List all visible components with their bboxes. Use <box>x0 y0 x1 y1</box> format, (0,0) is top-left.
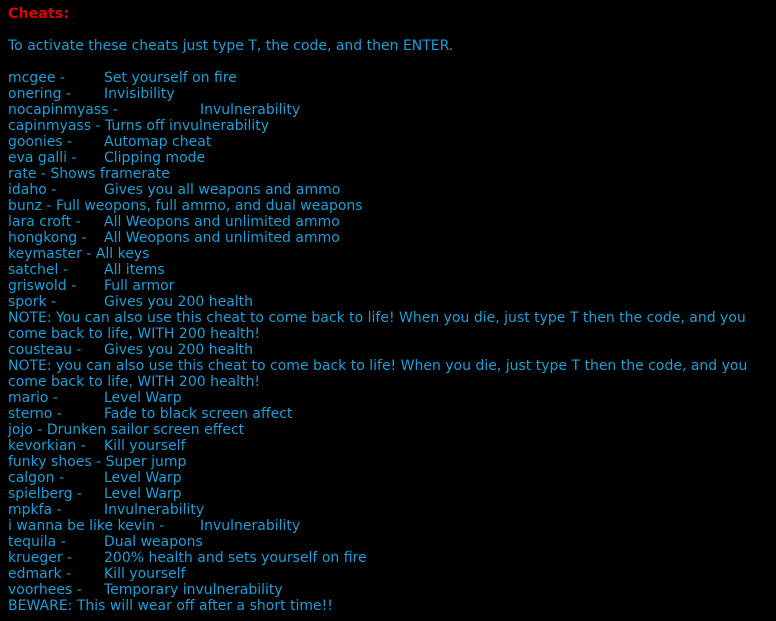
cheat-code: jojo - <box>8 422 47 438</box>
cheat-description: Invulnerability <box>200 102 301 118</box>
cheat-description: Automap cheat <box>104 134 212 150</box>
spacer-after-intro <box>8 54 770 70</box>
cheat-description: Invisibility <box>104 86 175 102</box>
beware-text: BEWARE: This will wear off after a short… <box>8 598 333 614</box>
cheat-row: hongkong - All Weopons and unlimited amm… <box>8 230 770 246</box>
cheat-description: Dual weapons <box>104 534 203 550</box>
cheat-row: jojo - Drunken sailor screen effect <box>8 422 770 438</box>
cheat-description: Level Warp <box>104 486 182 502</box>
cheat-code: mcgee - <box>8 70 70 86</box>
cheat-code: krueger - <box>8 550 77 566</box>
cheat-description: Set yourself on fire <box>104 70 237 86</box>
cheat-code: funky shoes - <box>8 454 106 470</box>
cheat-description: Kill yourself <box>104 566 186 582</box>
cheat-description: All keys <box>95 246 150 262</box>
cheat-code: eva galli - <box>8 150 82 166</box>
cheat-description: Kill yourself <box>104 438 186 454</box>
cheat-list-secondary: mario - Level Warp sterno - Fade to black… <box>8 390 770 598</box>
page-title: Cheats: <box>8 6 70 22</box>
cheat-description: Shows framerate <box>50 166 170 182</box>
cheat-description: All Weopons and unlimited ammo <box>104 214 340 230</box>
cheat-code: bunz - <box>8 198 56 214</box>
cheat-row: griswold - Full armor <box>8 278 770 294</box>
cheat-row: funky shoes - Super jump <box>8 454 770 470</box>
cheat-description: Level Warp <box>104 470 182 486</box>
cheat-description: Invulnerability <box>104 502 205 518</box>
cheat-row: spielberg - Level Warp <box>8 486 770 502</box>
cheat-code: spork - <box>8 294 61 310</box>
cheat-code: hongkong - <box>8 230 92 246</box>
cheat-description: Full weopons, full ammo, and dual weapon… <box>55 198 363 214</box>
cheat-code: nocapinmyass - <box>8 102 123 118</box>
cheat-code: idaho - <box>8 182 61 198</box>
cheat-row: edmark - Kill yourself <box>8 566 770 582</box>
cheat-row: lara croft - All Weopons and unlimited a… <box>8 214 770 230</box>
cheat-row: goonies - Automap cheat <box>8 134 770 150</box>
cheat-description: 200% health and sets yourself on fire <box>104 550 367 566</box>
cheat-row: mcgee - Set yourself on fire <box>8 70 770 86</box>
cheat-code: rate - <box>8 166 51 182</box>
cheat-row-cousteau: cousteau - Gives you 200 health <box>8 342 770 358</box>
cheat-row: rate - Shows framerate <box>8 166 770 182</box>
cheat-code: calgon - <box>8 470 69 486</box>
cheat-code: voorhees - <box>8 582 87 598</box>
cheat-row: krueger - 200% health and sets yourself … <box>8 550 770 566</box>
cheat-description: Super jump <box>105 454 187 470</box>
cheat-description: Full armor <box>104 278 175 294</box>
cheat-code: cousteau - <box>8 342 86 358</box>
cheat-code: griswold - <box>8 278 81 294</box>
cheat-description: Temporary invulnerability <box>104 582 283 598</box>
cheat-row: tequila - Dual weapons <box>8 534 770 550</box>
cheat-description: All Weopons and unlimited ammo <box>104 230 340 246</box>
cheat-description: All items <box>104 262 165 278</box>
cheat-row: mario - Level Warp <box>8 390 770 406</box>
cheat-row: keymaster - All keys <box>8 246 770 262</box>
cheat-code: mpkfa - <box>8 502 67 518</box>
cheat-row: bunz - Full weopons, full ammo, and dual… <box>8 198 770 214</box>
spacer-after-title <box>8 22 770 38</box>
cheat-description: Gives you 200 health <box>104 342 254 358</box>
cheat-description: Gives you all weapons and ammo <box>104 182 341 198</box>
cheat-code: sterno - <box>8 406 67 422</box>
cheat-code: satchel - <box>8 262 73 278</box>
cheat-code: spielberg - <box>8 486 87 502</box>
cheats-page: Cheats: To activate these cheats just ty… <box>0 0 776 621</box>
cheat-description: Drunken sailor screen effect <box>46 422 245 438</box>
cheat-code: edmark - <box>8 566 76 582</box>
cheat-row: mpkfa - Invulnerability <box>8 502 770 518</box>
cheat-code: capinmyass - <box>8 118 105 134</box>
cheat-description: Clipping mode <box>104 150 206 166</box>
cheat-row: sterno - Fade to black screen affect <box>8 406 770 422</box>
note-first: NOTE: You can also use this cheat to com… <box>8 310 746 342</box>
cheat-code: goonies - <box>8 134 77 150</box>
cheat-list-primary: mcgee - Set yourself on fire onering - In… <box>8 70 770 310</box>
cheat-description: Turns off invulnerability <box>104 118 270 134</box>
cheat-row: eva galli - Clipping mode <box>8 150 770 166</box>
cheat-row: spork - Gives you 200 health <box>8 294 770 310</box>
cheat-code: kevorkian - <box>8 438 91 454</box>
cheat-code: lara croft - <box>8 214 86 230</box>
cheat-code: onering - <box>8 86 76 102</box>
cheat-description: Invulnerability <box>200 518 301 534</box>
cheat-row: onering - Invisibility <box>8 86 770 102</box>
cheat-description: Gives you 200 health <box>104 294 254 310</box>
note-second: NOTE: you can also use this cheat to com… <box>8 358 748 390</box>
cheat-row: capinmyass - Turns off invulnerability <box>8 118 770 134</box>
cheat-row: i wanna be like kevin - Invulnerability <box>8 518 770 534</box>
cheat-row: voorhees - Temporary invulnerability <box>8 582 770 598</box>
cheat-row: kevorkian - Kill yourself <box>8 438 770 454</box>
cheat-code: i wanna be like kevin - <box>8 518 169 534</box>
cheat-row: idaho - Gives you all weapons and ammo <box>8 182 770 198</box>
cheat-row: satchel - All items <box>8 262 770 278</box>
cheat-description: Level Warp <box>104 390 182 406</box>
cheat-row: calgon - Level Warp <box>8 470 770 486</box>
cheat-code: tequila - <box>8 534 71 550</box>
cheat-code: keymaster - <box>8 246 96 262</box>
cheat-row: nocapinmyass - Invulnerability <box>8 102 770 118</box>
instructions-text: To activate these cheats just type T, th… <box>8 38 454 54</box>
cheat-description: Fade to black screen affect <box>104 406 293 422</box>
cheat-code: mario - <box>8 390 63 406</box>
